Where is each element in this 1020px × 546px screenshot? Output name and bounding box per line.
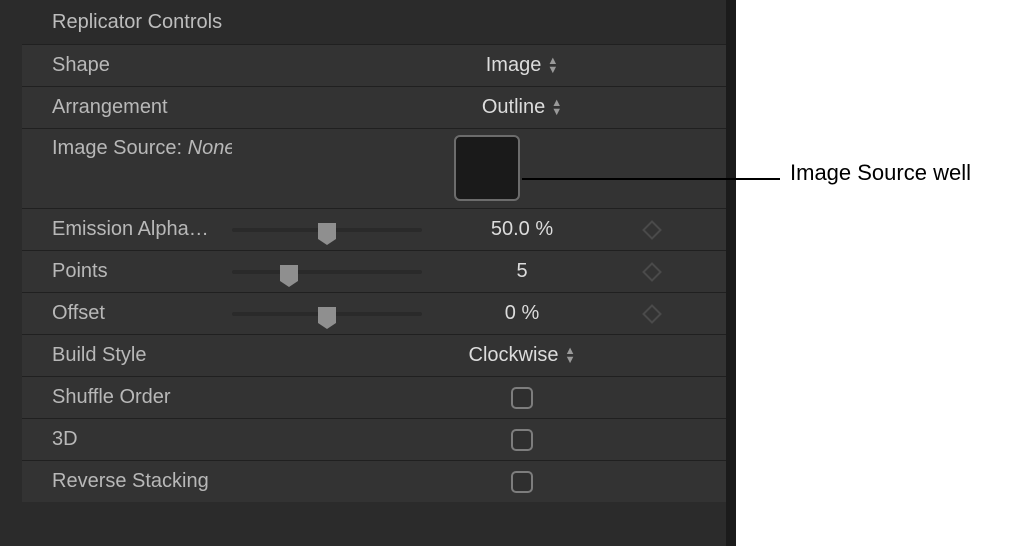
offset-slider[interactable]: [232, 304, 422, 324]
points-value-field[interactable]: 5: [432, 260, 612, 283]
emission-value-field[interactable]: 50.0 %: [432, 218, 612, 241]
callout-label: Image Source well: [790, 160, 971, 186]
build-style-value: Clockwise: [469, 344, 559, 367]
callout-line: [522, 178, 780, 180]
keyframe-icon[interactable]: [642, 262, 662, 282]
row-image-source: Image Source: None: [22, 128, 726, 208]
label-3d: 3D: [52, 428, 232, 451]
row-3d: 3D: [22, 418, 726, 460]
label-shuffle: Shuffle Order: [52, 386, 232, 409]
label-offset: Offset: [52, 302, 232, 325]
label-image-source: Image Source: None: [52, 137, 232, 160]
label-reverse: Reverse Stacking: [52, 470, 232, 493]
label-points: Points: [52, 260, 232, 283]
emission-slider[interactable]: [232, 220, 422, 240]
section-header: Replicator Controls: [0, 0, 726, 44]
row-shuffle-order: Shuffle Order: [22, 376, 726, 418]
shuffle-checkbox[interactable]: [511, 387, 533, 409]
label-arrangement: Arrangement: [52, 96, 232, 119]
emission-value: 50.0 %: [491, 218, 553, 241]
arrangement-value: Outline: [482, 96, 545, 119]
offset-value: 0 %: [505, 302, 539, 325]
row-reverse-stacking: Reverse Stacking: [22, 460, 726, 502]
row-points: Points 5: [22, 250, 726, 292]
label-shape: Shape: [52, 54, 232, 77]
keyframe-icon[interactable]: [642, 304, 662, 324]
build-style-dropdown[interactable]: Clockwise ▲▼: [432, 344, 612, 367]
section-title: Replicator Controls: [52, 11, 222, 34]
row-offset: Offset 0 %: [22, 292, 726, 334]
shape-value: Image: [486, 54, 542, 77]
row-build-style: Build Style Clockwise ▲▼: [22, 334, 726, 376]
slider-thumb[interactable]: [318, 307, 336, 323]
slider-thumb[interactable]: [318, 223, 336, 239]
image-source-well[interactable]: [454, 135, 520, 201]
slider-thumb[interactable]: [280, 265, 298, 281]
stepper-icon: ▲▼: [547, 57, 558, 74]
offset-value-field[interactable]: 0 %: [432, 302, 612, 325]
label-build-style: Build Style: [52, 344, 232, 367]
3d-checkbox[interactable]: [511, 429, 533, 451]
panel-scroll-edge: [726, 0, 736, 546]
stepper-icon: ▲▼: [565, 347, 576, 364]
inspector-panel: Replicator Controls Shape Image ▲▼ Arran…: [0, 0, 726, 546]
reverse-stacking-checkbox[interactable]: [511, 471, 533, 493]
row-emission-alpha: Emission Alpha… 50.0 %: [22, 208, 726, 250]
arrangement-dropdown[interactable]: Outline ▲▼: [432, 96, 612, 119]
keyframe-icon[interactable]: [642, 220, 662, 240]
points-value: 5: [516, 260, 527, 283]
points-slider[interactable]: [232, 262, 422, 282]
image-source-value: None: [188, 137, 232, 159]
shape-dropdown[interactable]: Image ▲▼: [432, 54, 612, 77]
row-arrangement: Arrangement Outline ▲▼: [22, 86, 726, 128]
stepper-icon: ▲▼: [551, 99, 562, 116]
label-emission: Emission Alpha…: [52, 218, 232, 241]
row-shape: Shape Image ▲▼: [22, 44, 726, 86]
